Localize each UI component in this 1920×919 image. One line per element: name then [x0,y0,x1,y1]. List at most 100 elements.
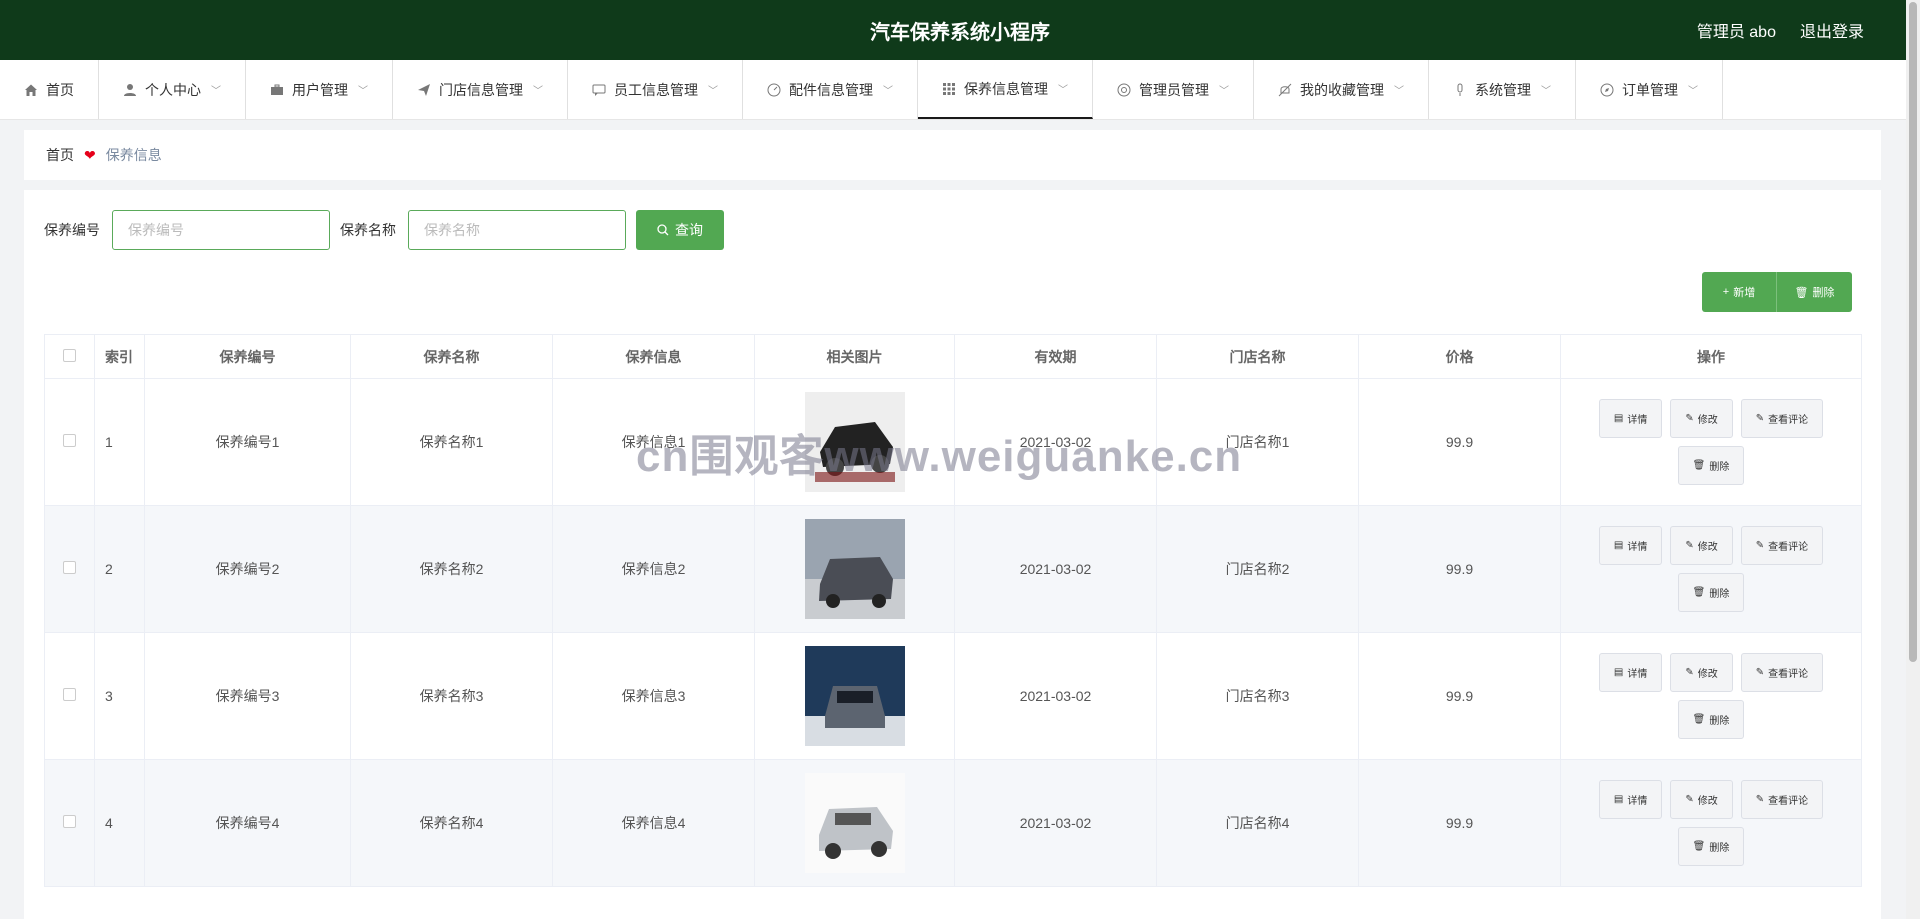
nav-label: 配件信息管理 [789,81,873,98]
row-checkbox[interactable] [63,561,76,574]
search-bar: 保养编号 保养名称 查询 [44,210,724,250]
code-label: 保养编号 [44,222,100,238]
column-header: 索引 [94,334,145,379]
nav-item-users[interactable]: 用户管理 ﹀ [246,60,393,119]
top-header: 汽车保养系统小程序 管理员 abo 退出登录 [0,0,1920,60]
main-panel: 保养编号 保养名称 查询 + 新增 🗑 删除 索引 保养编号 保养名称 [24,190,1881,919]
column-header: 保养名称 [350,334,553,379]
view-comments-button[interactable]: ✎ 查看评论 [1740,780,1824,819]
column-header: 保养编号 [144,334,351,379]
maintenance-table: 索引 保养编号 保养名称 保养信息 相关图片 有效期 门店名称 价格 操作 1 … [44,334,1862,887]
nav-item-system[interactable]: 系统管理 ﹀ [1429,60,1576,119]
delete-button[interactable]: 🗑 删除 [1677,700,1745,739]
chevron-down-icon: ﹀ [1688,86,1698,97]
mic-icon [1453,83,1467,97]
table-row: 4 保养编号4 保养名称4 保养信息4 2021-03-02 门店名称4 99.… [44,759,1862,887]
edit-button[interactable]: ✎ 修改 [1670,399,1733,438]
plus-icon: + [1722,286,1730,298]
breadcrumb-home[interactable]: 首页 [46,145,74,165]
nav-item-orders[interactable]: 订单管理 ﹀ [1576,60,1723,119]
view-comments-button[interactable]: ✎ 查看评论 [1740,399,1824,438]
edit-button[interactable]: ✎ 修改 [1670,653,1733,692]
comments-label: 查看评论 [1768,669,1809,680]
ops-cell: ▤ 详情 ✎ 修改 ✎ 查看评论 🗑 删除 [1560,505,1862,633]
detail-button[interactable]: ▤ 详情 [1598,780,1663,819]
row-checkbox[interactable] [63,815,76,828]
nav-item-admins[interactable]: 管理员管理 ﹀ [1093,60,1254,119]
nav-item-favorites[interactable]: 我的收藏管理 ﹀ [1254,60,1429,119]
logout-button[interactable]: 退出登录 [1800,18,1864,42]
query-button[interactable]: 查询 [636,210,724,250]
chevron-down-icon: ﹀ [1541,86,1551,97]
row-actions: ▤ 详情 ✎ 修改 ✎ 查看评论 🗑 删除 [1586,526,1836,612]
name-cell: 保养名称4 [350,759,553,887]
view-comments-button[interactable]: ✎ 查看评论 [1740,653,1824,692]
home-icon [24,83,38,97]
info-cell: 保养信息1 [552,378,755,506]
nav-item-parts[interactable]: 配件信息管理 ﹀ [743,60,918,119]
delete-button[interactable]: 🗑 删除 [1677,446,1745,485]
date-cell: 2021-03-02 [954,378,1157,506]
comments-label: 查看评论 [1768,796,1809,807]
document-icon: ▤ [1613,794,1624,805]
document-icon: ▤ [1613,413,1624,424]
nav-label: 管理员管理 [1139,81,1209,98]
name-cell: 保养名称3 [350,632,553,760]
delete-button[interactable]: 🗑 删除 [1677,573,1745,612]
nav-item-store[interactable]: 门店信息管理 ﹀ [393,60,568,119]
column-header: 有效期 [954,334,1157,379]
column-header: 保养信息 [552,334,755,379]
pencil-icon: ✎ [1685,540,1694,551]
detail-button[interactable]: ▤ 详情 [1598,653,1663,692]
grid-icon [942,82,956,96]
chevron-down-icon: ﹀ [1058,85,1068,96]
select-all-checkbox[interactable] [63,348,76,362]
nav-label: 员工信息管理 [614,81,698,98]
store-cell: 门店名称1 [1156,378,1359,506]
nav-item-home[interactable]: 首页 [0,60,99,119]
car-image [804,519,905,619]
name-cell: 保养名称1 [350,378,553,506]
edit-button[interactable]: ✎ 修改 [1670,526,1733,565]
page-scrollbar[interactable] [1906,0,1920,919]
index-cell: 4 [94,759,145,887]
column-header: 操作 [1560,334,1862,379]
chevron-down-icon: ﹀ [883,86,893,97]
view-comments-button[interactable]: ✎ 查看评论 [1740,526,1824,565]
bulk-actions: + 新增 🗑 删除 [1702,272,1852,312]
index-cell: 2 [94,505,145,633]
nav-item-maintenance[interactable]: 保养信息管理 ﹀ [918,60,1093,119]
detail-button[interactable]: ▤ 详情 [1598,399,1663,438]
name-search-input[interactable] [408,210,626,250]
detail-label: 详情 [1627,796,1648,807]
detail-button[interactable]: ▤ 详情 [1598,526,1663,565]
info-cell: 保养信息3 [552,632,755,760]
detail-label: 详情 [1627,542,1648,553]
nav-item-staff[interactable]: 员工信息管理 ﹀ [568,60,743,119]
bulk-delete-button[interactable]: 🗑 删除 [1777,272,1852,312]
nav-item-personal[interactable]: 个人中心 ﹀ [99,60,246,119]
column-header: 相关图片 [754,334,955,379]
nav-label: 首页 [46,81,74,98]
row-checkbox[interactable] [63,688,76,701]
detail-label: 详情 [1627,669,1648,680]
add-button[interactable]: + 新增 [1702,272,1777,312]
chevron-down-icon: ﹀ [1219,86,1229,97]
pencil-icon: ✎ [1755,540,1765,551]
search-icon [657,224,669,236]
briefcase-icon [270,83,284,97]
delete-button[interactable]: 🗑 删除 [1677,827,1745,866]
edit-button[interactable]: ✎ 修改 [1670,780,1733,819]
row-checkbox[interactable] [63,434,76,447]
car-image [804,392,905,492]
code-cell: 保养编号1 [144,378,351,506]
code-cell: 保养编号2 [144,505,351,633]
delete-label: 删除 [1709,716,1730,727]
scrollbar-thumb[interactable] [1909,2,1917,662]
code-search-input[interactable] [112,210,330,250]
info-cell: 保养信息2 [552,505,755,633]
app-title: 汽车保养系统小程序 [870,21,1050,44]
car-image [804,773,905,873]
ops-cell: ▤ 详情 ✎ 修改 ✎ 查看评论 🗑 删除 [1560,759,1862,887]
edit-label: 修改 [1697,415,1718,426]
